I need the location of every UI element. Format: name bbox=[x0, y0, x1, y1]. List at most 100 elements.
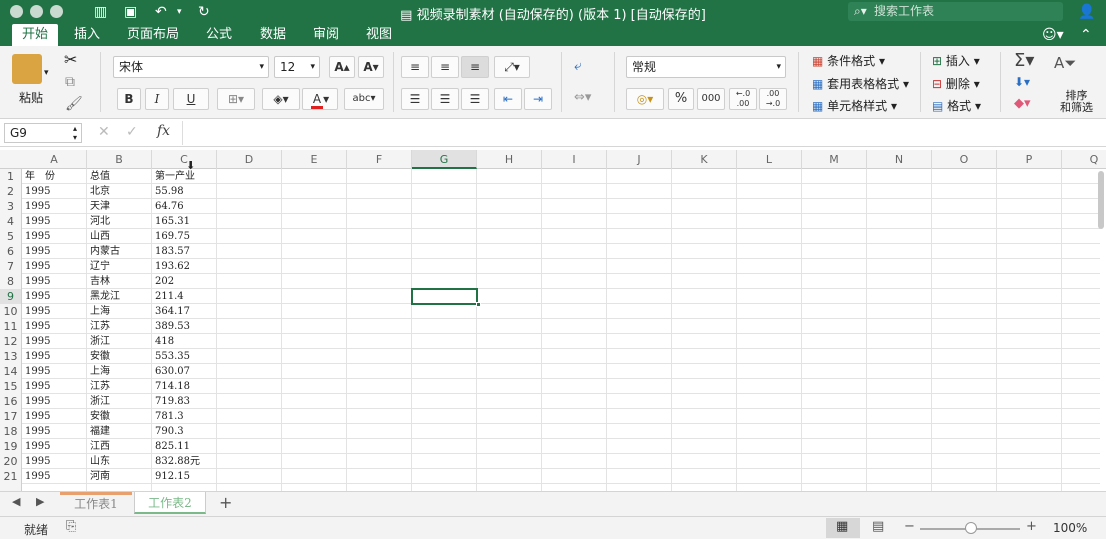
conditional-format-button[interactable]: ▦ 条件格式 ▾ bbox=[812, 53, 885, 69]
cancel-icon[interactable]: ✕ bbox=[98, 124, 110, 140]
bold-button[interactable]: B bbox=[117, 88, 141, 110]
paste-icon[interactable] bbox=[12, 54, 42, 84]
add-sheet-button[interactable]: + bbox=[219, 493, 232, 512]
cell-a21[interactable]: 1995 bbox=[23, 469, 86, 484]
cell-b14[interactable]: 上海 bbox=[88, 364, 151, 379]
merge-cells-icon[interactable]: ⇔▾ bbox=[574, 90, 591, 105]
cell-b15[interactable]: 江苏 bbox=[88, 379, 151, 394]
row-header[interactable] bbox=[0, 484, 22, 491]
percent-button[interactable]: % bbox=[668, 88, 694, 110]
column-header-k[interactable]: K bbox=[672, 150, 737, 169]
sheet-tab-2[interactable]: 工作表2 bbox=[134, 492, 206, 514]
cell-c9[interactable]: 211.4 bbox=[153, 289, 216, 304]
cell-c19[interactable]: 825.11 bbox=[153, 439, 216, 454]
column-header-e[interactable]: E bbox=[282, 150, 347, 169]
cell-b10[interactable]: 上海 bbox=[88, 304, 151, 319]
align-bottom-button[interactable]: ≡ bbox=[461, 56, 489, 78]
cell-a2[interactable]: 1995 bbox=[23, 184, 86, 199]
tab-data[interactable]: 数据 bbox=[252, 24, 294, 46]
sidebar-toggle-icon[interactable]: ▥ bbox=[94, 3, 107, 21]
format-as-table-button[interactable]: ▦ 套用表格格式 ▾ bbox=[812, 76, 909, 92]
column-header-m[interactable]: M bbox=[802, 150, 867, 169]
column-header-a[interactable]: A bbox=[22, 150, 87, 169]
cell-c18[interactable]: 790.3 bbox=[153, 424, 216, 439]
column-header-q[interactable]: Q bbox=[1062, 150, 1106, 169]
smiley-feedback-icon[interactable]: ☺▾ bbox=[1042, 26, 1064, 44]
cell-a19[interactable]: 1995 bbox=[23, 439, 86, 454]
cell-b1[interactable]: 总值 bbox=[88, 169, 151, 184]
cell-b19[interactable]: 江西 bbox=[88, 439, 151, 454]
cell-b6[interactable]: 内蒙古 bbox=[88, 244, 151, 259]
undo-dropdown-icon[interactable]: ▾ bbox=[177, 3, 182, 21]
tab-insert[interactable]: 插入 bbox=[66, 24, 108, 46]
cell-b9[interactable]: 黑龙江 bbox=[88, 289, 151, 304]
cell-a17[interactable]: 1995 bbox=[23, 409, 86, 424]
row-header[interactable]: 7 bbox=[0, 259, 22, 274]
collapse-ribbon-icon[interactable]: ⌃ bbox=[1080, 26, 1092, 44]
increase-decimal-button[interactable]: ←.0.00 bbox=[729, 88, 757, 110]
formula-input[interactable] bbox=[186, 122, 1096, 144]
share-user-icon[interactable]: 👤 bbox=[1078, 3, 1095, 21]
cell-a6[interactable]: 1995 bbox=[23, 244, 86, 259]
row-header[interactable]: 4 bbox=[0, 214, 22, 229]
row-header[interactable]: 14 bbox=[0, 364, 22, 379]
column-header-l[interactable]: L bbox=[737, 150, 802, 169]
tab-page-layout[interactable]: 页面布局 bbox=[118, 24, 188, 46]
cell-c12[interactable]: 418 bbox=[153, 334, 216, 349]
row-header[interactable]: 3 bbox=[0, 199, 22, 214]
cell-a11[interactable]: 1995 bbox=[23, 319, 86, 334]
row-header[interactable]: 5 bbox=[0, 229, 22, 244]
cell-c16[interactable]: 719.83 bbox=[153, 394, 216, 409]
cell-a8[interactable]: 1995 bbox=[23, 274, 86, 289]
zoom-in-button[interactable]: + bbox=[1026, 519, 1037, 534]
font-color-button[interactable]: A ▾ bbox=[302, 88, 338, 110]
insert-cells-button[interactable]: ⊞ 插入 ▾ bbox=[932, 53, 980, 69]
phonetic-button[interactable]: abc▾ bbox=[344, 88, 384, 110]
format-cells-button[interactable]: ▤ 格式 ▾ bbox=[932, 98, 981, 114]
cell-b2[interactable]: 北京 bbox=[88, 184, 151, 199]
cell-a9[interactable]: 1995 bbox=[23, 289, 86, 304]
row-header[interactable]: 21 bbox=[0, 469, 22, 484]
cell-a20[interactable]: 1995 bbox=[23, 454, 86, 469]
row-header[interactable]: 20 bbox=[0, 454, 22, 469]
cell-b3[interactable]: 天津 bbox=[88, 199, 151, 214]
redo-icon[interactable]: ↻ bbox=[198, 3, 210, 21]
cell-a12[interactable]: 1995 bbox=[23, 334, 86, 349]
cell-c7[interactable]: 193.62 bbox=[153, 259, 216, 274]
tab-view[interactable]: 视图 bbox=[358, 24, 400, 46]
align-middle-button[interactable]: ≡ bbox=[431, 56, 459, 78]
cell-c6[interactable]: 183.57 bbox=[153, 244, 216, 259]
align-center-button[interactable]: ☰ bbox=[431, 88, 459, 110]
clear-icon[interactable]: ◆▾ bbox=[1014, 96, 1031, 111]
cell-a10[interactable]: 1995 bbox=[23, 304, 86, 319]
sort-filter-label[interactable]: 排序 和筛选 bbox=[1060, 90, 1093, 114]
cell-a3[interactable]: 1995 bbox=[23, 199, 86, 214]
cell-b16[interactable]: 浙江 bbox=[88, 394, 151, 409]
row-header[interactable]: 17 bbox=[0, 409, 22, 424]
cell-c5[interactable]: 169.75 bbox=[153, 229, 216, 244]
close-window-button[interactable] bbox=[10, 5, 23, 18]
cell-b20[interactable]: 山东 bbox=[88, 454, 151, 469]
cell-c14[interactable]: 630.07 bbox=[153, 364, 216, 379]
row-header[interactable]: 2 bbox=[0, 184, 22, 199]
cell-c20[interactable]: 832.88元 bbox=[153, 454, 216, 469]
cell-c4[interactable]: 165.31 bbox=[153, 214, 216, 229]
fill-icon[interactable]: ⬇▾ bbox=[1014, 75, 1030, 89]
cell-a1[interactable]: 年 份 bbox=[23, 169, 86, 184]
cell-b17[interactable]: 安徽 bbox=[88, 409, 151, 424]
column-header-c[interactable]: C bbox=[152, 150, 217, 169]
wrap-text-icon[interactable]: ⤶ bbox=[574, 58, 582, 74]
row-header[interactable]: 11 bbox=[0, 319, 22, 334]
row-header[interactable]: 12 bbox=[0, 334, 22, 349]
format-painter-icon[interactable]: 🖌 bbox=[65, 96, 83, 112]
cell-c15[interactable]: 714.18 bbox=[153, 379, 216, 394]
column-header-o[interactable]: O bbox=[932, 150, 997, 169]
zoom-window-button[interactable] bbox=[50, 5, 63, 18]
cell-a15[interactable]: 1995 bbox=[23, 379, 86, 394]
cell-c11[interactable]: 389.53 bbox=[153, 319, 216, 334]
name-box[interactable]: G9 ▴ ▾ bbox=[4, 123, 82, 143]
spreadsheet-grid[interactable]: ABCDEFGHIJKLMNOPQ 1年 份总值 第一产业 2 1995 北京 55.98… bbox=[0, 150, 1106, 491]
row-header[interactable]: 15 bbox=[0, 379, 22, 394]
decrease-decimal-button[interactable]: .00 →.0 bbox=[759, 88, 787, 110]
column-header-b[interactable]: B bbox=[87, 150, 152, 169]
